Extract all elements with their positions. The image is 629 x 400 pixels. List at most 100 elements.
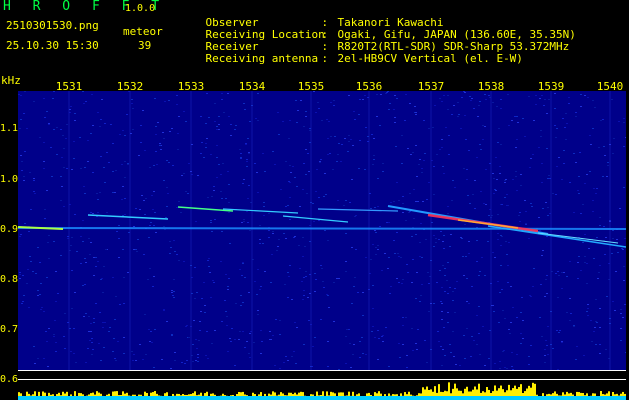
noise-speck bbox=[373, 159, 375, 160]
noise-speck bbox=[112, 192, 114, 193]
noise-speck bbox=[268, 230, 270, 231]
noise-speck bbox=[44, 209, 46, 210]
noise-speck bbox=[442, 349, 444, 350]
noise-speck bbox=[365, 257, 367, 258]
noise-speck bbox=[324, 230, 326, 231]
noise-speck bbox=[192, 344, 194, 345]
noise-speck bbox=[531, 206, 533, 207]
noise-speck bbox=[441, 311, 443, 312]
noise-speck bbox=[294, 322, 296, 323]
noise-speck bbox=[44, 117, 46, 118]
noise-speck bbox=[73, 328, 75, 329]
noise-speck bbox=[380, 94, 382, 95]
noise-speck bbox=[345, 233, 347, 234]
noise-speck bbox=[216, 126, 218, 127]
noise-speck bbox=[39, 294, 41, 295]
noise-speck bbox=[37, 358, 39, 359]
noise-speck bbox=[53, 91, 55, 92]
noise-speck bbox=[506, 205, 508, 206]
noise-speck bbox=[379, 125, 381, 126]
noise-speck bbox=[168, 100, 170, 101]
noise-speck bbox=[325, 194, 327, 195]
noise-speck bbox=[377, 245, 379, 246]
noise-speck bbox=[544, 355, 546, 356]
noise-speck bbox=[552, 348, 554, 349]
noise-speck bbox=[496, 106, 498, 107]
noise-speck bbox=[221, 198, 223, 199]
noise-speck bbox=[305, 174, 307, 175]
noise-speck bbox=[478, 333, 480, 334]
noise-speck bbox=[396, 182, 398, 183]
noise-speck bbox=[295, 363, 297, 364]
noise-speck bbox=[200, 311, 202, 312]
noise-speck bbox=[65, 138, 67, 139]
noise-speck bbox=[507, 265, 509, 266]
noise-speck bbox=[330, 136, 332, 137]
noise-speck bbox=[249, 230, 251, 231]
noise-speck bbox=[409, 103, 411, 104]
noise-speck bbox=[269, 339, 271, 340]
noise-speck bbox=[580, 106, 582, 107]
noise-speck bbox=[225, 274, 227, 275]
freq-tick: 0.8 bbox=[0, 274, 19, 285]
noise-speck bbox=[394, 122, 396, 123]
noise-speck bbox=[563, 272, 565, 273]
noise-speck bbox=[194, 298, 196, 299]
noise-speck bbox=[319, 161, 321, 162]
noise-speck bbox=[600, 120, 602, 121]
noise-speck bbox=[594, 327, 596, 328]
noise-speck bbox=[372, 285, 374, 286]
noise-speck bbox=[60, 176, 62, 177]
noise-speck bbox=[374, 207, 376, 208]
noise-speck bbox=[623, 187, 625, 188]
meteor-echo bbox=[317, 208, 399, 212]
noise-speck bbox=[115, 170, 117, 171]
noise-speck bbox=[460, 237, 462, 238]
noise-speck bbox=[119, 134, 121, 135]
noise-speck bbox=[123, 337, 125, 338]
noise-speck bbox=[362, 99, 364, 100]
noise-speck bbox=[246, 166, 248, 167]
noise-speck bbox=[124, 214, 126, 215]
noise-speck bbox=[516, 139, 518, 140]
noise-speck bbox=[90, 323, 92, 324]
noise-speck bbox=[448, 135, 450, 136]
noise-speck bbox=[510, 286, 512, 287]
noise-speck bbox=[64, 348, 66, 349]
noise-speck bbox=[256, 294, 258, 295]
noise-speck bbox=[497, 142, 499, 143]
noise-speck bbox=[379, 226, 381, 227]
noise-speck bbox=[542, 250, 544, 251]
noise-speck bbox=[362, 292, 364, 293]
noise-speck bbox=[515, 176, 517, 177]
noise-speck bbox=[427, 272, 429, 273]
noise-speck bbox=[382, 341, 384, 342]
noise-speck bbox=[546, 293, 548, 294]
noise-speck bbox=[455, 364, 457, 365]
noise-speck bbox=[603, 226, 605, 227]
noise-speck bbox=[578, 176, 580, 177]
noise-speck bbox=[612, 230, 614, 231]
noise-speck bbox=[326, 119, 328, 120]
noise-speck bbox=[280, 189, 282, 190]
noise-speck bbox=[124, 135, 126, 136]
noise-speck bbox=[220, 174, 222, 175]
noise-speck bbox=[599, 217, 601, 218]
noise-speck bbox=[530, 203, 532, 204]
noise-speck bbox=[394, 117, 396, 118]
noise-speck bbox=[620, 328, 622, 329]
noise-speck bbox=[294, 177, 296, 178]
noise-speck bbox=[479, 144, 481, 145]
noise-speck bbox=[197, 357, 199, 358]
noise-speck bbox=[43, 358, 45, 359]
noise-speck bbox=[524, 136, 526, 137]
noise-speck bbox=[548, 99, 550, 100]
noise-speck bbox=[393, 240, 395, 241]
noise-speck bbox=[416, 176, 418, 177]
noise-speck bbox=[562, 118, 564, 119]
noise-speck bbox=[320, 265, 322, 266]
noise-speck bbox=[320, 159, 322, 160]
noise-speck bbox=[289, 219, 291, 220]
noise-speck bbox=[555, 137, 557, 138]
noise-speck bbox=[170, 247, 172, 248]
